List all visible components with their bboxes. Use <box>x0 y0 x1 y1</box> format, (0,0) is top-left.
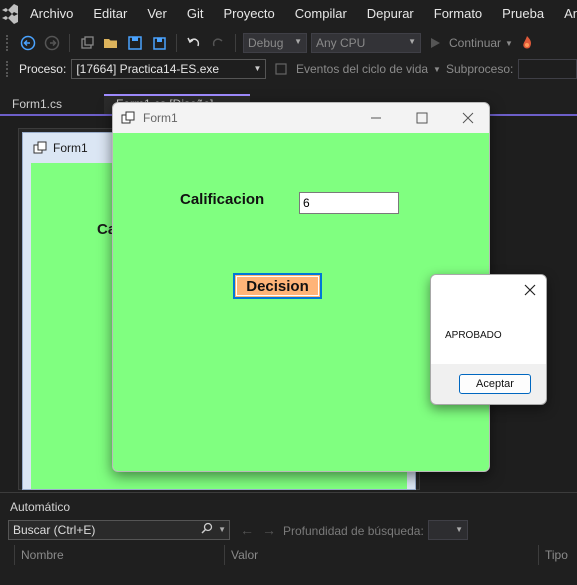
chevron-down-icon[interactable]: ▼ <box>505 39 513 48</box>
process-value: [17664] Practica14-ES.exe <box>76 62 220 76</box>
save-all-icon[interactable] <box>149 33 169 53</box>
aceptar-button[interactable]: Aceptar <box>459 374 531 394</box>
chevron-down-icon[interactable]: ▼ <box>433 65 441 74</box>
menu-compilar[interactable]: Compilar <box>285 0 357 28</box>
new-project-icon[interactable] <box>77 33 97 53</box>
search-depth-select[interactable]: ▼ <box>428 520 468 540</box>
menu-analizar[interactable]: Analiz <box>554 0 577 28</box>
chevron-down-icon: ▼ <box>408 37 416 46</box>
standard-toolbar: Debug ▼ Any CPU ▼ Continuar ▼ <box>0 30 577 56</box>
menu-proyecto[interactable]: Proyecto <box>213 0 284 28</box>
menu-archivo[interactable]: Archivo <box>20 0 83 28</box>
debug-location-toolbar: Proceso: [17664] Practica14-ES.exe ▼ Eve… <box>0 58 577 80</box>
form-icon <box>33 141 47 154</box>
lifecycle-events-icon[interactable] <box>271 59 291 79</box>
search-icon[interactable] <box>201 522 213 537</box>
chevron-down-icon: ▼ <box>455 525 463 534</box>
toolbar-separator <box>235 34 236 52</box>
tab-form1-cs[interactable]: Form1.cs <box>0 94 104 114</box>
search-next-icon[interactable]: → <box>262 522 276 538</box>
column-header-valor[interactable]: Valor <box>224 545 538 565</box>
autos-search-input[interactable]: Buscar (Ctrl+E) ▼ <box>8 520 230 540</box>
message-box-body: APROBADO <box>431 275 546 364</box>
close-icon[interactable] <box>520 280 540 300</box>
toolbar-separator <box>69 34 70 52</box>
chevron-down-icon: ▼ <box>294 37 302 46</box>
message-box: APROBADO Aceptar <box>430 274 547 405</box>
design-form-title: Form1 <box>53 141 88 155</box>
search-previous-icon[interactable]: ← <box>240 522 254 538</box>
menu-editar[interactable]: Editar <box>83 0 137 28</box>
menu-depurar[interactable]: Depurar <box>357 0 424 28</box>
redo-icon[interactable] <box>208 33 228 53</box>
toolbar-separator <box>176 34 177 52</box>
save-icon[interactable] <box>125 33 145 53</box>
undo-icon[interactable] <box>184 33 204 53</box>
toolbar-grip[interactable] <box>6 61 10 77</box>
platform-value: Any CPU <box>316 36 366 50</box>
active-tab-indicator <box>104 94 250 96</box>
autos-panel: Automático Buscar (Ctrl+E) ▼ ← → Profund… <box>0 492 577 585</box>
platform-select[interactable]: Any CPU ▼ <box>311 33 421 53</box>
open-folder-icon[interactable] <box>101 33 121 53</box>
calificacion-input[interactable]: 6 <box>299 192 399 214</box>
toolbar-grip[interactable] <box>6 35 10 51</box>
lifecycle-events-button[interactable]: Eventos del ciclo de vida <box>296 62 428 76</box>
column-header-nombre[interactable]: Nombre <box>14 545 224 565</box>
tab-label: Form1.cs <box>12 97 63 111</box>
thread-label: Subproceso: <box>445 62 514 76</box>
play-icon[interactable] <box>425 33 445 53</box>
configuration-select[interactable]: Debug ▼ <box>243 33 307 53</box>
running-form-titlebar[interactable]: Form1 <box>113 103 489 133</box>
maximize-icon[interactable] <box>399 103 445 133</box>
autos-panel-title: Automático <box>10 500 71 514</box>
autos-search-placeholder: Buscar (Ctrl+E) <box>13 523 96 537</box>
message-text: APROBADO <box>445 330 502 341</box>
back-icon[interactable] <box>18 33 38 53</box>
close-icon[interactable] <box>445 103 489 133</box>
forward-icon[interactable] <box>42 33 62 53</box>
menu-git[interactable]: Git <box>177 0 214 28</box>
process-select[interactable]: [17664] Practica14-ES.exe ▼ <box>71 59 267 79</box>
form-icon <box>121 111 135 124</box>
decision-button[interactable]: Decision <box>233 273 322 299</box>
continue-button[interactable]: Continuar <box>449 36 501 50</box>
menu-formato[interactable]: Formato <box>424 0 492 28</box>
running-form-title: Form1 <box>143 111 178 125</box>
menu-ver[interactable]: Ver <box>137 0 177 28</box>
column-header-tipo[interactable]: Tipo <box>538 545 577 565</box>
hot-reload-icon[interactable] <box>517 33 537 53</box>
calificacion-label: Calificacion <box>180 191 265 208</box>
thread-select[interactable] <box>518 59 577 79</box>
minimize-icon[interactable] <box>353 103 399 133</box>
chevron-down-icon[interactable]: ▼ <box>218 525 226 534</box>
menu-prueba[interactable]: Prueba <box>492 0 554 28</box>
visual-studio-logo-icon[interactable] <box>0 0 20 28</box>
configuration-value: Debug <box>248 36 284 50</box>
chevron-down-icon: ▼ <box>253 64 262 73</box>
process-label: Proceso: <box>18 62 67 76</box>
menu-bar: Archivo Editar Ver Git Proyecto Compilar… <box>0 0 577 28</box>
search-depth-label: Profundidad de búsqueda: <box>283 524 424 538</box>
